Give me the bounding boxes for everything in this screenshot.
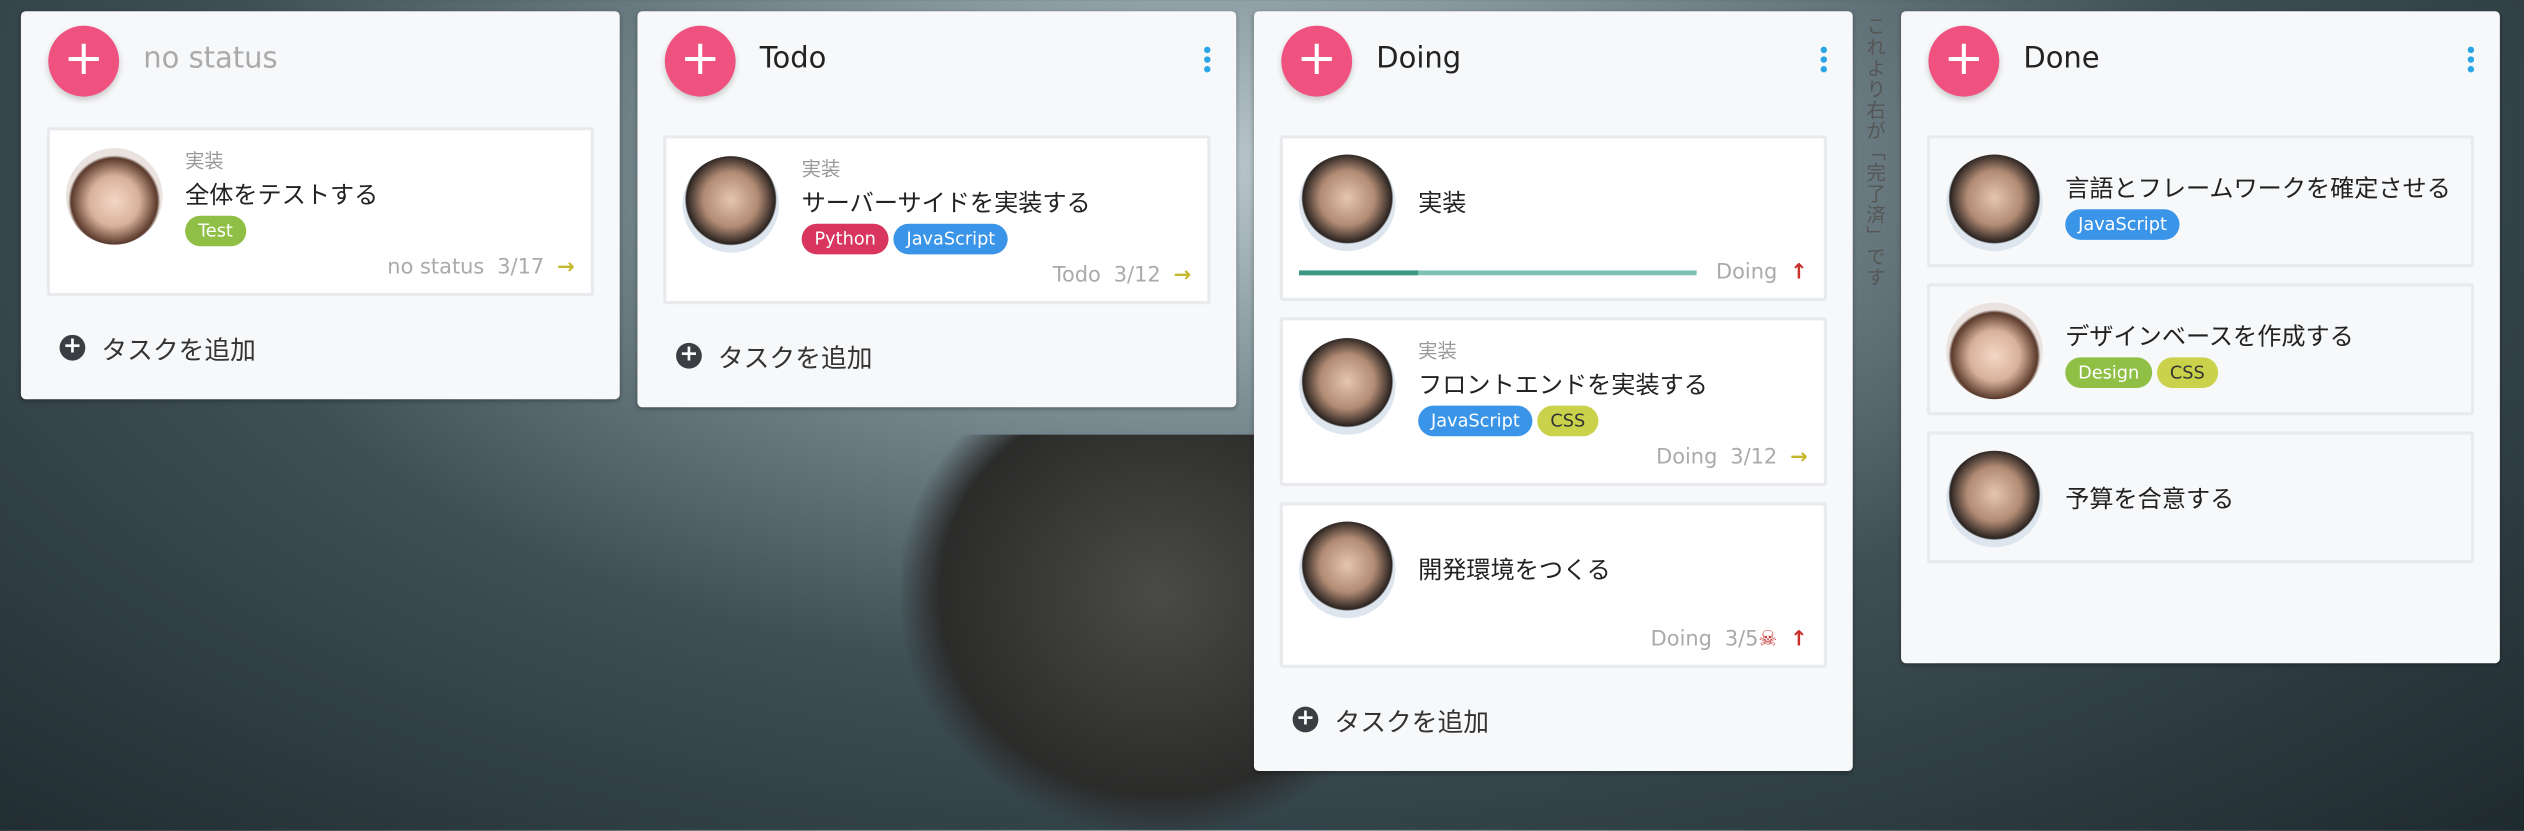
card-label: 実装 xyxy=(801,157,841,181)
card-status: Doing xyxy=(1656,445,1718,471)
card-date: 3/12 xyxy=(1113,263,1161,289)
add-card-button[interactable]: + xyxy=(1281,25,1353,97)
tag: Test xyxy=(185,215,246,247)
add-task-button[interactable]: + タスクを追加 xyxy=(637,304,1236,407)
kebab-menu-icon[interactable] xyxy=(1820,46,1828,76)
add-task-button[interactable]: + タスクを追加 xyxy=(21,296,620,399)
avatar xyxy=(1946,154,2043,252)
card-label: 実装 xyxy=(1418,339,1457,363)
card-title: フロントエンドを実装する xyxy=(1418,370,1708,400)
add-task-label: タスクを追加 xyxy=(1334,706,1489,738)
skull-icon: ☠ xyxy=(1758,627,1778,652)
arrow-up-icon[interactable]: ↑ xyxy=(1790,261,1808,285)
add-task-label: タスクを追加 xyxy=(101,334,256,366)
kanban-board: + no status 実装 全体をテストする Test no status 3/… xyxy=(0,0,2524,831)
task-card[interactable]: 実装 Doing ↑ xyxy=(1279,135,1828,302)
card-title: 言語とフレームワークを確定させる xyxy=(2065,173,2451,203)
column-doing: + Doing 実装 Doing ↑ 実装 フロントエンドを実装する JavaSc… xyxy=(1253,11,1853,772)
task-card[interactable]: 実装 全体をテストする Test no status 3/17 → xyxy=(46,127,594,297)
plus-circle-icon: + xyxy=(59,334,86,361)
card-status: no status xyxy=(387,255,485,281)
add-task-button[interactable]: + タスクを追加 xyxy=(1254,668,1853,771)
task-card[interactable]: 開発環境をつくる Doing 3/5 ☠ ↑ xyxy=(1279,502,1828,669)
column-title: Doing xyxy=(1376,41,1462,76)
avatar xyxy=(1299,154,1396,252)
column-todo: + Todo 実装 サーバーサイドを実装する Python JavaScript … xyxy=(637,11,1237,408)
add-card-button[interactable]: + xyxy=(664,25,736,97)
card-date: 3/17 xyxy=(497,255,545,281)
add-task-label: タスクを追加 xyxy=(717,342,873,374)
progress-bar xyxy=(1299,270,1697,276)
avatar xyxy=(1946,450,2043,548)
add-card-button[interactable]: + xyxy=(1928,25,2000,97)
plus-circle-icon: + xyxy=(676,342,702,369)
task-card[interactable]: 予算を合意する xyxy=(1926,431,2475,564)
add-card-button[interactable]: + xyxy=(48,25,120,97)
column-no-status: + no status 実装 全体をテストする Test no status 3/… xyxy=(20,11,620,400)
avatar xyxy=(65,148,163,245)
task-card[interactable]: 実装 サーバーサイドを実装する Python JavaScript Todo 3/1… xyxy=(663,135,1211,305)
card-status: Doing xyxy=(1650,627,1712,652)
tag: JavaScript xyxy=(1418,405,1533,437)
avatar xyxy=(682,156,780,253)
column-title: no status xyxy=(143,41,278,76)
arrow-right-icon[interactable]: → xyxy=(1174,264,1192,288)
task-card[interactable]: 言語とフレームワークを確定させる JavaScript xyxy=(1926,135,2475,268)
kebab-menu-icon[interactable] xyxy=(1204,46,1211,76)
tag: Python xyxy=(801,223,889,255)
avatar xyxy=(1946,302,2043,400)
done-divider-note: これより右が「完了済」です xyxy=(1864,16,1887,289)
card-title: デザインベースを作成する xyxy=(2065,321,2354,351)
arrow-up-icon[interactable]: ↑ xyxy=(1790,628,1808,652)
tag: CSS xyxy=(1537,405,1599,437)
tag: JavaScript xyxy=(893,223,1009,255)
card-date: 3/12 xyxy=(1730,445,1778,471)
plus-circle-icon: + xyxy=(1292,706,1319,733)
card-status: Todo xyxy=(1052,263,1101,289)
avatar xyxy=(1299,521,1396,619)
card-status: Doing xyxy=(1715,260,1778,285)
tag: Design xyxy=(2065,356,2153,388)
card-title: サーバーサイドを実装する xyxy=(801,188,1091,218)
column-title: Done xyxy=(2023,41,2100,76)
tag: CSS xyxy=(2156,356,2218,388)
card-title: 全体をテストする xyxy=(185,180,379,210)
task-card[interactable]: 実装 フロントエンドを実装する JavaScript CSS Doing 3/12 → xyxy=(1279,317,1828,487)
arrow-right-icon[interactable]: → xyxy=(1790,446,1808,470)
avatar xyxy=(1299,338,1396,435)
kebab-menu-icon[interactable] xyxy=(2467,46,2475,76)
column-done: + Done 言語とフレームワークを確定させる JavaScript デザインベ… xyxy=(1901,11,2500,664)
card-date: 3/5 xyxy=(1724,627,1759,652)
card-title: 実装 xyxy=(1418,188,1467,218)
tag: JavaScript xyxy=(2065,208,2180,240)
card-title: 開発環境をつくる xyxy=(1418,555,1611,585)
card-label: 実装 xyxy=(185,149,224,173)
task-card[interactable]: デザインベースを作成する Design CSS xyxy=(1926,283,2475,416)
card-title: 予算を合意する xyxy=(2065,484,2235,514)
column-title: Todo xyxy=(759,41,827,76)
arrow-right-icon[interactable]: → xyxy=(557,256,575,280)
